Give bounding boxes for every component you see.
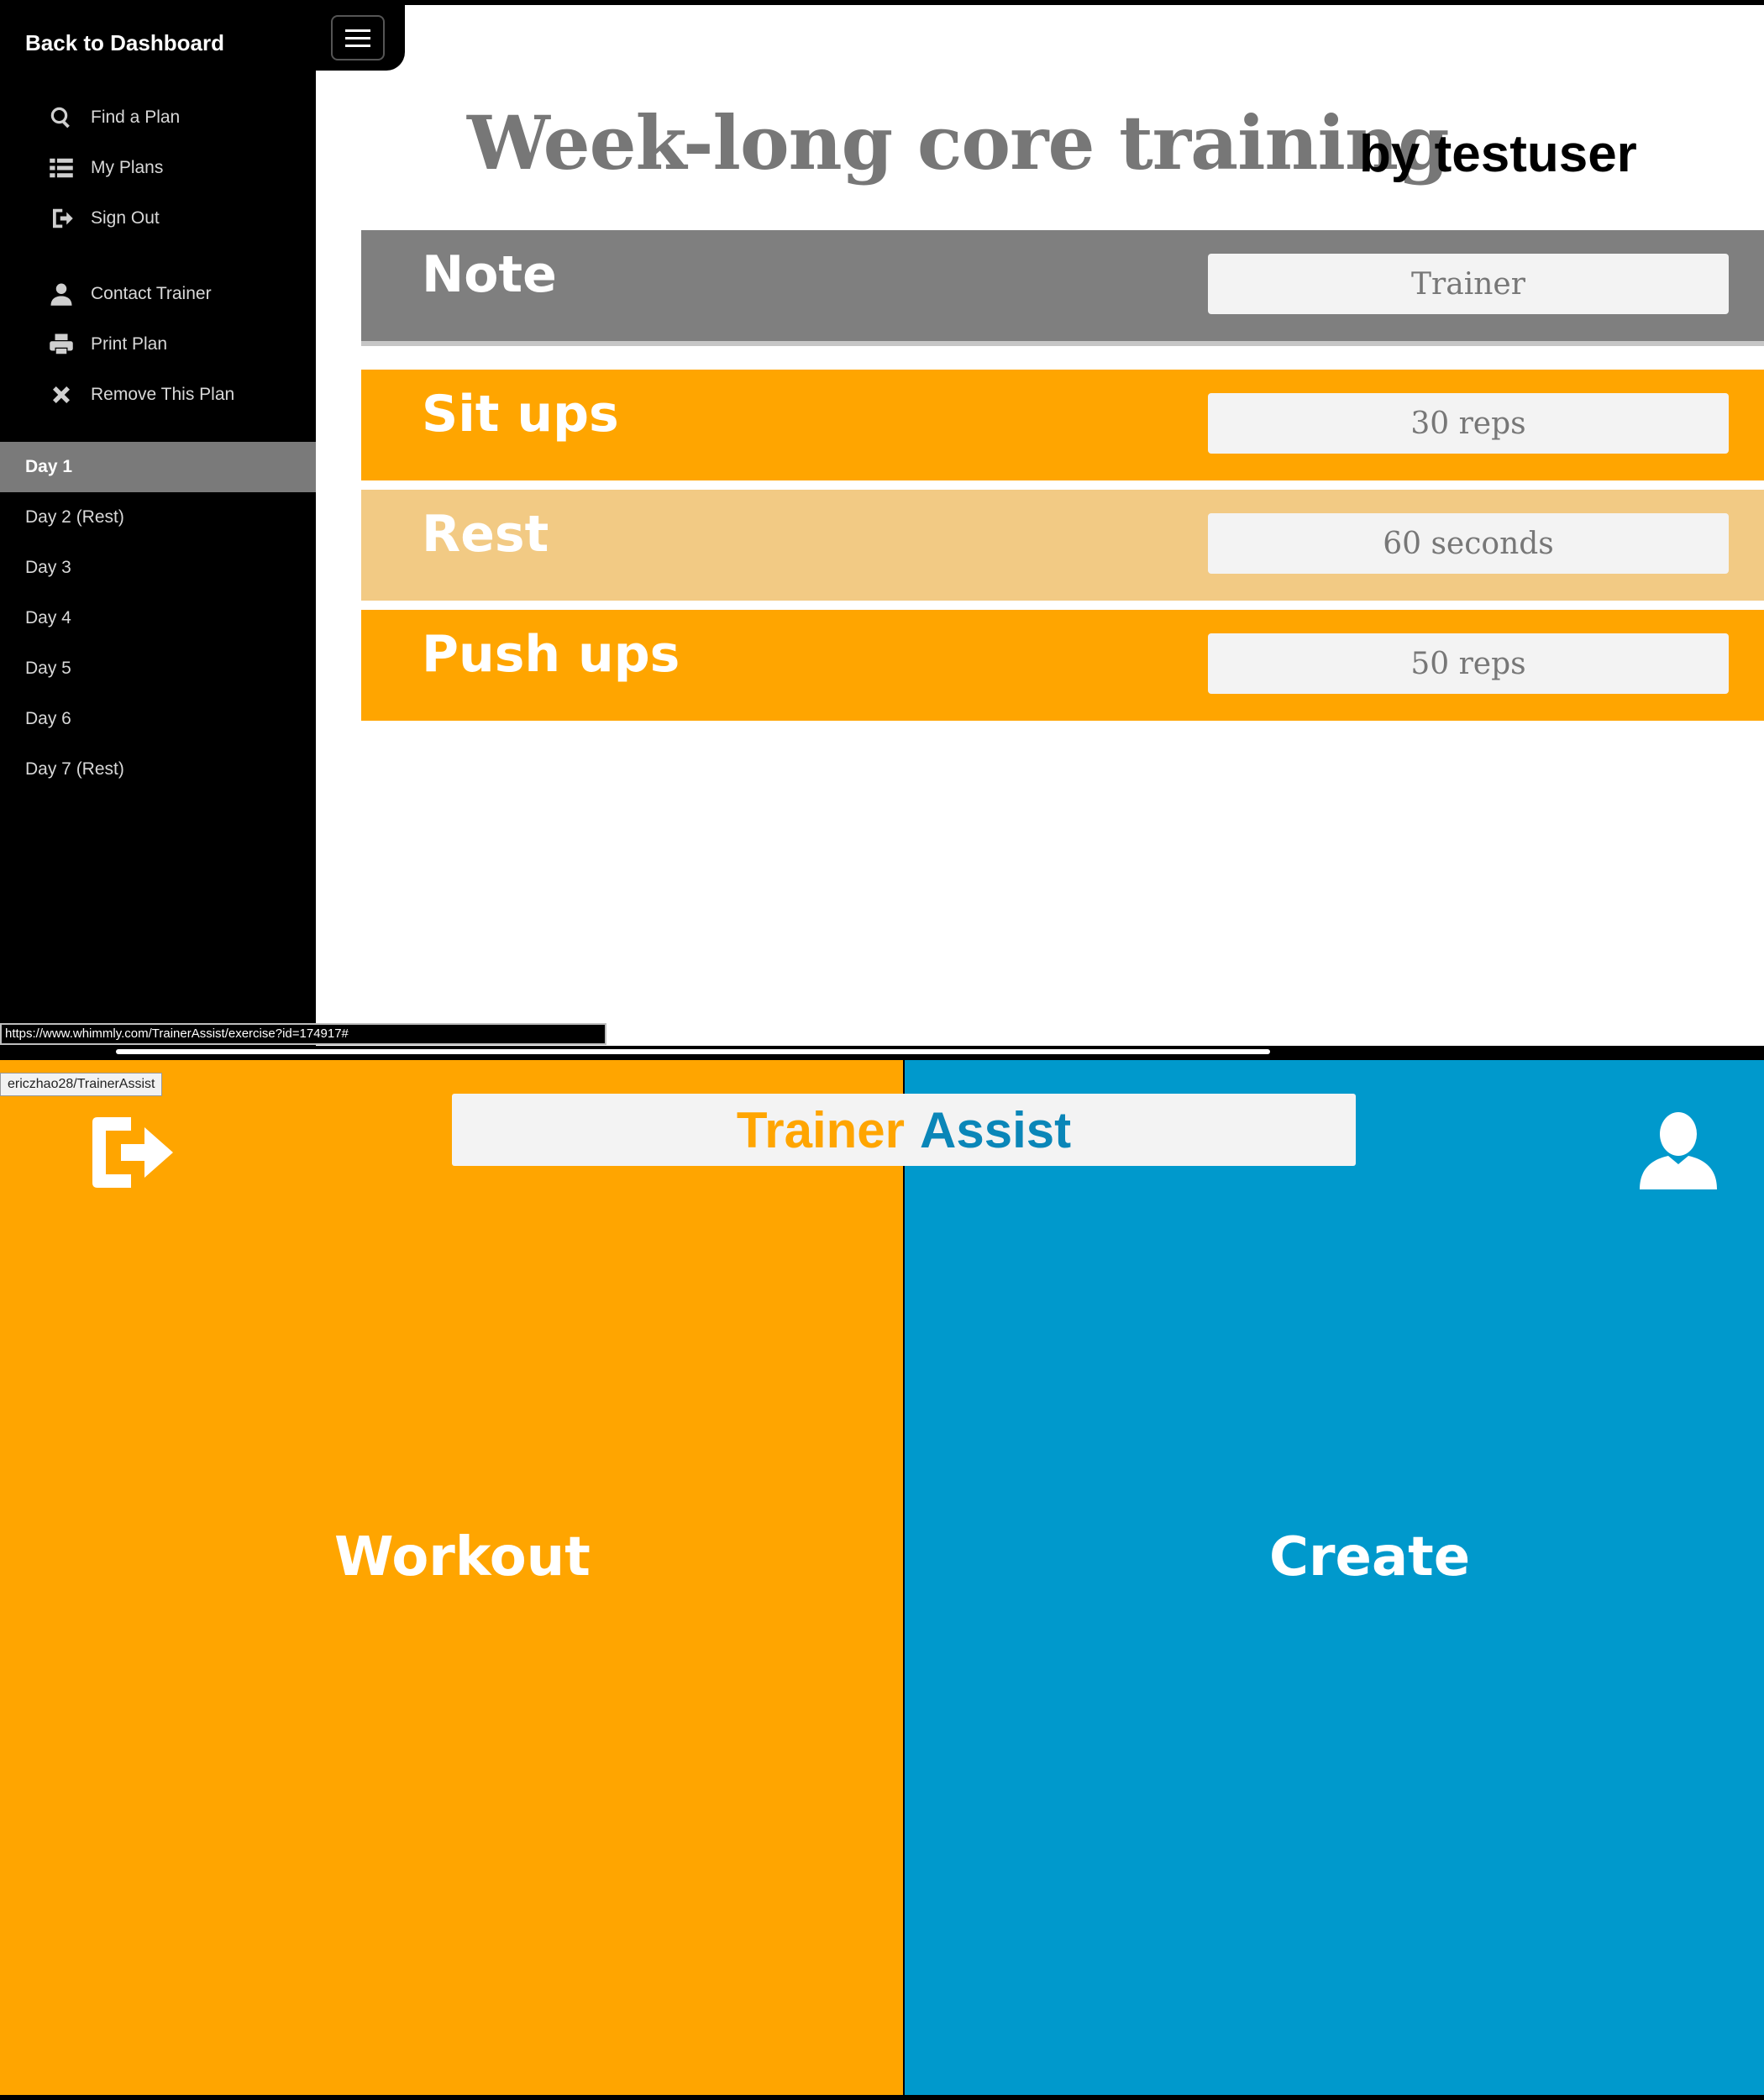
day-item-5[interactable]: Day 5 [0, 643, 316, 694]
exercise-name: Rest [422, 505, 549, 564]
user-icon [49, 281, 74, 307]
day-item-7[interactable]: Day 7 (Rest) [0, 744, 316, 795]
list-icon [49, 155, 74, 181]
back-to-dashboard-link[interactable]: Back to Dashboard [25, 30, 224, 56]
exercise-row-note[interactable]: Note Trainer [361, 230, 1764, 346]
exercise-name: Note [422, 245, 557, 304]
sign-out-icon[interactable] [87, 1116, 175, 1189]
menu-item-label: Find a Plan [91, 108, 181, 127]
day-item-2[interactable]: Day 2 (Rest) [0, 492, 316, 543]
menu-item-label: Contact Trainer [91, 284, 212, 303]
home-screen: Workout Create ericzhao28/TrainerAssist … [0, 1060, 1764, 2100]
day-item-6[interactable]: Day 6 [0, 694, 316, 744]
exercise-value: 30 reps [1208, 393, 1729, 454]
user-profile-icon[interactable] [1638, 1110, 1719, 1191]
menu-item-sign-out[interactable]: Sign Out [49, 202, 160, 235]
menu-item-contact-trainer[interactable]: Contact Trainer [49, 277, 212, 311]
app-title-assist: Assist [920, 1101, 1072, 1158]
workout-label: Workout [334, 1526, 591, 1588]
menu-item-my-plans[interactable]: My Plans [49, 151, 163, 185]
search-icon [49, 105, 74, 130]
app-title: Trainer Assist [452, 1094, 1356, 1166]
create-panel[interactable]: Create [905, 1060, 1764, 2095]
day-item-1[interactable]: Day 1 [0, 442, 316, 492]
day-item-4[interactable]: Day 4 [0, 593, 316, 643]
menu-item-print-plan[interactable]: Print Plan [49, 328, 167, 361]
exercise-name: Push ups [422, 625, 680, 684]
screen-divider [116, 1049, 1270, 1054]
menu-item-find-plan[interactable]: Find a Plan [49, 101, 180, 134]
exercise-value: 60 seconds [1208, 513, 1729, 574]
menu-item-label: Sign Out [91, 208, 160, 228]
exercise-name: Sit ups [422, 385, 619, 444]
exercise-row-sit-ups[interactable]: Sit ups 30 reps [361, 370, 1764, 480]
hamburger-menu-icon[interactable] [331, 15, 385, 60]
sign-out-icon [49, 206, 74, 231]
bottom-border [0, 2095, 1764, 2100]
plan-author: by testuser [1359, 125, 1637, 183]
menu-item-remove-plan[interactable]: Remove This Plan [49, 378, 234, 412]
create-label: Create [1269, 1526, 1471, 1588]
print-icon [49, 332, 74, 357]
menu-item-label: Print Plan [91, 334, 168, 354]
plan-title: Week-long core training [467, 99, 1449, 186]
exercise-row-push-ups[interactable]: Push ups 50 reps [361, 610, 1764, 721]
menu-item-label: My Plans [91, 158, 164, 177]
sidebar: Back to Dashboard Find a Plan My Plans S… [0, 5, 316, 1046]
status-bar-url: https://www.whimmly.com/TrainerAssist/ex… [0, 1023, 606, 1045]
workout-panel[interactable]: Workout [0, 1060, 903, 2095]
repo-tag: ericzhao28/TrainerAssist [0, 1073, 163, 1096]
exercise-value: 50 reps [1208, 633, 1729, 694]
close-icon [49, 382, 74, 407]
day-item-3[interactable]: Day 3 [0, 543, 316, 593]
exercise-row-rest[interactable]: Rest 60 seconds [361, 490, 1764, 601]
menu-item-label: Remove This Plan [91, 385, 235, 404]
plan-screen: Back to Dashboard Find a Plan My Plans S… [0, 0, 1764, 1046]
app-title-trainer: Trainer [736, 1101, 905, 1158]
exercise-value: Trainer [1208, 254, 1729, 314]
